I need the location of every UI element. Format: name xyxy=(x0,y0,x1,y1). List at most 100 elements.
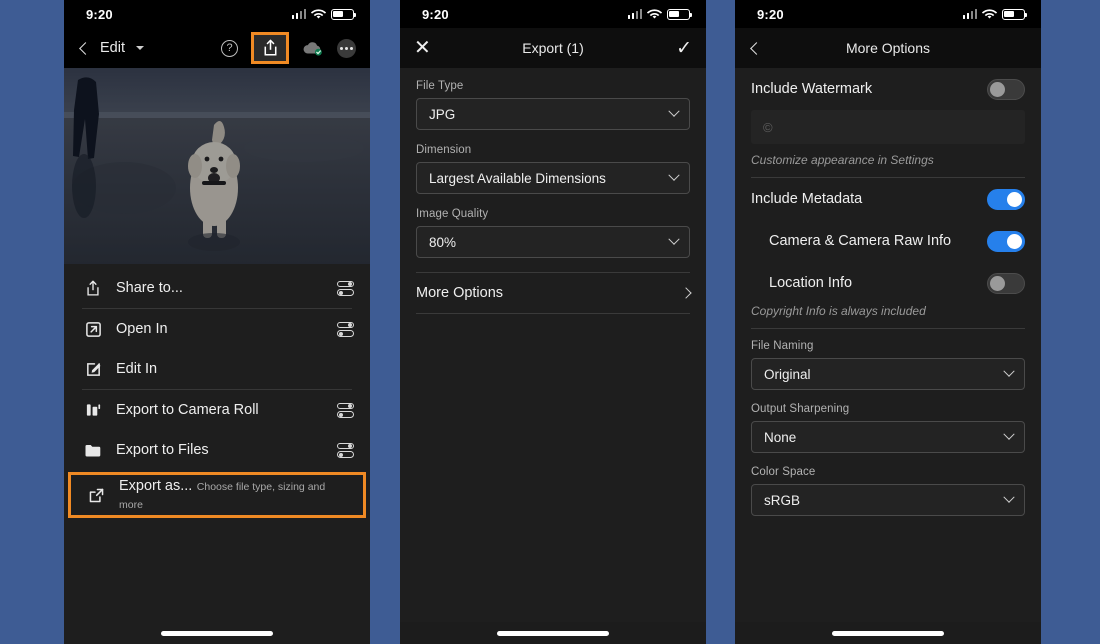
chevron-right-icon xyxy=(680,287,691,298)
home-indicator-left xyxy=(64,622,370,644)
chevron-left-icon[interactable] xyxy=(750,42,763,55)
more-options-list: Include Watermark © Customize appearance… xyxy=(735,68,1041,622)
field-dimension: Dimension Largest Available Dimensions xyxy=(416,144,690,194)
more-dots-icon[interactable] xyxy=(337,39,356,58)
field-label: Dimension xyxy=(416,144,690,156)
field-label: Output Sharpening xyxy=(751,403,1025,415)
sliders-icon[interactable] xyxy=(334,403,354,418)
chevron-down-icon xyxy=(668,170,679,181)
menu-item-open-in[interactable]: Open In xyxy=(64,309,370,349)
status-bar-mid: 9:20 xyxy=(400,0,706,28)
chevron-down-icon xyxy=(1003,366,1014,377)
share-upload-button-highlighted[interactable] xyxy=(251,32,289,64)
camera-raw-info-toggle[interactable] xyxy=(987,231,1025,252)
output-sharpening-value: None xyxy=(764,430,796,445)
row-location-info[interactable]: Location Info xyxy=(751,262,1025,304)
edit-title[interactable]: Edit xyxy=(100,40,125,56)
field-file-type: File Type JPG xyxy=(416,80,690,130)
external-link-icon xyxy=(85,484,107,506)
watermark-text-input[interactable]: © xyxy=(751,110,1025,144)
include-watermark-toggle[interactable] xyxy=(987,79,1025,100)
field-label: Color Space xyxy=(751,466,1025,478)
menu-item-label: Open In xyxy=(116,321,168,337)
screenshot-stage: 9:20 Edit ? xyxy=(0,0,1100,644)
edit-navbar-left: Edit xyxy=(78,40,144,56)
share-upload-icon xyxy=(262,39,279,57)
status-bar-icons xyxy=(292,9,355,20)
status-bar-time: 9:20 xyxy=(422,7,449,22)
cellular-signal-icon xyxy=(628,9,643,19)
include-metadata-label: Include Metadata xyxy=(751,191,862,207)
sliders-icon[interactable] xyxy=(334,281,354,296)
export-title: Export (1) xyxy=(400,40,706,56)
cloud-synced-icon[interactable] xyxy=(302,40,324,56)
file-naming-value: Original xyxy=(764,367,811,382)
help-circle-icon[interactable]: ? xyxy=(221,40,238,57)
menu-item-export-to-files[interactable]: Export to Files xyxy=(64,430,370,470)
battery-icon xyxy=(331,9,354,20)
include-metadata-toggle[interactable] xyxy=(987,189,1025,210)
cellular-signal-icon xyxy=(292,9,307,19)
status-bar-time: 9:20 xyxy=(86,7,113,22)
edit-navbar: Edit ? xyxy=(64,28,370,68)
chevron-left-icon[interactable] xyxy=(79,42,92,55)
more-options-title: More Options xyxy=(735,40,1041,56)
edit-navbar-right: ? xyxy=(221,32,356,64)
file-type-select[interactable]: JPG xyxy=(416,98,690,130)
chevron-down-icon xyxy=(1003,492,1014,503)
folder-icon xyxy=(82,439,104,461)
export-as-label: Export as... xyxy=(119,478,192,494)
file-naming-select[interactable]: Original xyxy=(751,358,1025,390)
row-camera-raw-info[interactable]: Camera & Camera Raw Info xyxy=(751,220,1025,262)
phone-panel-edit-share: 9:20 Edit ? xyxy=(64,0,370,644)
camera-roll-icon xyxy=(82,399,104,421)
image-quality-value: 80% xyxy=(429,235,456,250)
menu-item-label: Export to Camera Roll xyxy=(116,402,259,418)
image-quality-select[interactable]: 80% xyxy=(416,226,690,258)
battery-icon xyxy=(667,9,690,20)
battery-icon xyxy=(1002,9,1025,20)
field-label: Image Quality xyxy=(416,208,690,220)
menu-item-edit-in[interactable]: Edit In xyxy=(64,349,370,389)
sliders-icon[interactable] xyxy=(334,322,354,337)
cellular-signal-icon xyxy=(963,9,978,19)
export-navbar: ✕ Export (1) ✓ xyxy=(400,28,706,68)
open-in-icon xyxy=(82,318,104,340)
metadata-hint: Copyright Info is always included xyxy=(751,304,1025,329)
caret-down-icon[interactable] xyxy=(136,46,144,50)
field-color-space: Color Space sRGB xyxy=(751,466,1025,516)
status-bar-icons xyxy=(628,9,691,20)
status-bar-time: 9:20 xyxy=(757,7,784,22)
dimension-value: Largest Available Dimensions xyxy=(429,171,606,186)
field-label: File Naming xyxy=(751,340,1025,352)
include-watermark-label: Include Watermark xyxy=(751,81,872,97)
menu-item-export-to-camera-roll[interactable]: Export to Camera Roll xyxy=(64,390,370,430)
menu-item-label: Export to Files xyxy=(116,442,209,458)
chevron-down-icon xyxy=(1003,429,1014,440)
watermark-input-value: © xyxy=(763,120,773,135)
more-options-label: More Options xyxy=(416,285,503,301)
chevron-down-icon xyxy=(668,106,679,117)
menu-item-share-to[interactable]: Share to... xyxy=(64,268,370,308)
wifi-icon xyxy=(647,9,662,20)
row-include-watermark[interactable]: Include Watermark xyxy=(751,68,1025,110)
menu-item-export-as-highlighted[interactable]: Export as... Choose file type, sizing an… xyxy=(68,472,366,518)
color-space-select[interactable]: sRGB xyxy=(751,484,1025,516)
dimension-select[interactable]: Largest Available Dimensions xyxy=(416,162,690,194)
sliders-icon[interactable] xyxy=(334,443,354,458)
row-include-metadata[interactable]: Include Metadata xyxy=(751,178,1025,220)
checkmark-icon[interactable]: ✓ xyxy=(676,39,692,58)
field-label: File Type xyxy=(416,80,690,92)
close-x-icon[interactable]: ✕ xyxy=(414,38,431,58)
location-info-label: Location Info xyxy=(769,275,852,291)
wifi-icon xyxy=(982,9,997,20)
share-upload-icon xyxy=(82,277,104,299)
share-action-menu: Share to... Open In xyxy=(64,264,370,622)
more-options-row[interactable]: More Options xyxy=(416,272,690,314)
watermark-hint: Customize appearance in Settings xyxy=(751,153,1025,178)
location-info-toggle[interactable] xyxy=(987,273,1025,294)
output-sharpening-select[interactable]: None xyxy=(751,421,1025,453)
export-form: File Type JPG Dimension Largest Availabl… xyxy=(400,68,706,622)
menu-item-label: Edit In xyxy=(116,361,157,377)
field-image-quality: Image Quality 80% xyxy=(416,208,690,258)
